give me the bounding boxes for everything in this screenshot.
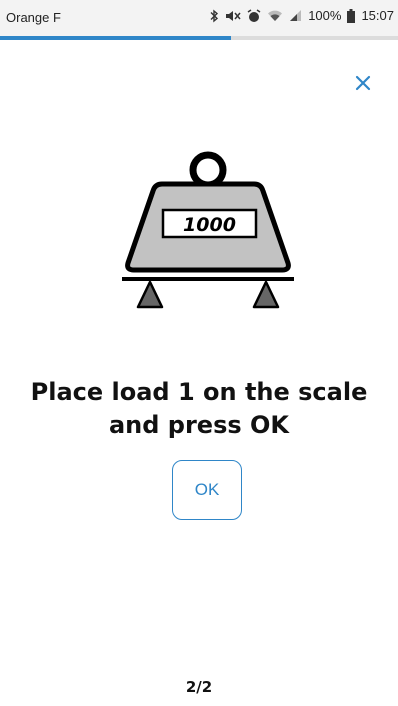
ok-button[interactable]: OK <box>172 460 242 520</box>
instruction-line-1: Place load 1 on the scale <box>30 378 368 406</box>
scale-weight-icon: 1000 <box>122 151 294 309</box>
clock-time: 15:07 <box>361 8 394 23</box>
progress-bar-fill <box>0 36 231 40</box>
close-button[interactable] <box>350 70 376 96</box>
ok-button-label: OK <box>194 480 220 499</box>
wifi-icon <box>268 10 283 21</box>
instruction-text: Place load 1 on the scale and press OK <box>0 376 398 442</box>
close-icon <box>355 75 371 91</box>
bluetooth-icon <box>210 9 219 22</box>
signal-icon <box>290 10 302 21</box>
alarm-icon <box>247 8 261 22</box>
scale-weight-illustration: 1000 <box>118 146 298 316</box>
battery-icon <box>347 8 356 23</box>
mute-icon <box>226 10 241 21</box>
carrier-name: Orange F <box>6 10 61 25</box>
weight-value-label: 1000 <box>183 214 236 236</box>
status-bar: Orange F 100% 15:07 <box>0 0 398 36</box>
progress-bar <box>0 36 398 40</box>
page-indicator: 2/2 <box>185 678 213 696</box>
battery-percent: 100% <box>308 8 342 23</box>
instruction-line-2: and press OK <box>108 411 290 439</box>
status-icons: 100% 15:07 <box>209 8 394 23</box>
